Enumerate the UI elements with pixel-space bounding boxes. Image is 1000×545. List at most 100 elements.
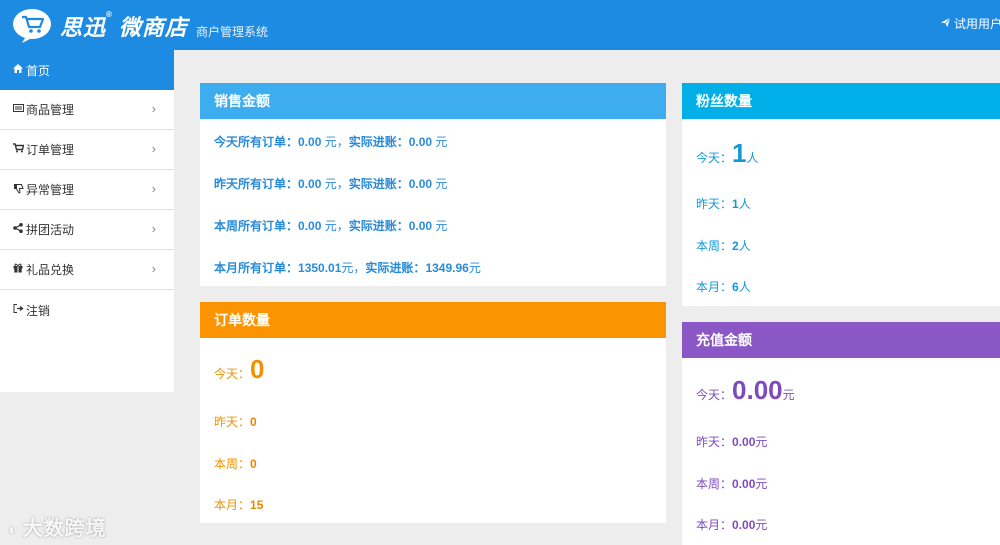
row-label: 本月：	[696, 518, 733, 532]
row-label: 实际进账：	[365, 261, 426, 275]
order-amount: 0.00	[298, 135, 322, 149]
sales-today-row: 今天所有订单：0.00 元，实际进账：0.00 元	[214, 133, 447, 150]
sidebar-item-group-buy[interactable]: 拼团活动 ›	[0, 210, 174, 250]
actual-amount: 1349.96	[425, 261, 469, 275]
panel-title: 充值金额	[682, 322, 1000, 358]
sidebar-item-home[interactable]: 首页	[0, 50, 174, 90]
watermark-logo-icon: ◐	[8, 522, 19, 539]
value: 0	[250, 415, 257, 429]
gift-icon	[11, 263, 25, 276]
row-label: 今天：	[696, 151, 733, 165]
fans-week-row: 本周：2人	[696, 237, 751, 254]
value: 0.00	[732, 518, 756, 532]
value: 2	[732, 239, 739, 253]
sign-out-icon	[11, 304, 25, 316]
unit: 元	[782, 388, 795, 402]
share-icon	[11, 223, 25, 236]
unit: 人	[738, 280, 751, 294]
orders-week-row: 本周：0	[214, 455, 257, 472]
row-label: 今天所有订单：	[214, 135, 299, 149]
brand-logo[interactable]: 思迅® 微商店	[60, 10, 188, 42]
value: 0	[250, 457, 257, 471]
value: 0.00	[732, 435, 756, 449]
chevron-right-icon: ›	[151, 221, 156, 236]
fans-count-panel: 粉丝数量 今天：1人 昨天：1人 本周：2人 本月：6人	[682, 83, 1000, 306]
sidebar-item-label: 商品管理	[26, 103, 75, 117]
trial-user-link[interactable]: 试用用户	[940, 15, 1000, 32]
brand-name: 思迅	[60, 15, 107, 40]
paper-plane-icon	[940, 17, 951, 31]
value: 6	[732, 280, 739, 294]
unit: 元	[432, 177, 448, 191]
row-label: 今天：	[696, 388, 733, 402]
unit: 元	[468, 261, 481, 275]
row-label: 本周：	[696, 239, 733, 253]
value: 0.00	[732, 477, 756, 491]
system-subtitle: 商户管理系统	[196, 25, 269, 39]
fans-today-row: 今天：1人	[696, 138, 759, 169]
thumbs-down-icon	[11, 183, 25, 197]
sales-yesterday-row: 昨天所有订单：0.00 元，实际进账：0.00 元	[214, 175, 447, 192]
today-value: 0	[250, 354, 265, 384]
today-value: 1	[732, 138, 747, 168]
brand-registered-mark: ®	[106, 10, 113, 19]
orders-yesterday-row: 昨天：0	[214, 413, 257, 430]
sales-week-row: 本周所有订单：0.00 元，实际进账：0.00 元	[214, 217, 447, 234]
value: 15	[250, 498, 264, 512]
row-label: 昨天：	[696, 435, 733, 449]
recharge-week-row: 本周：0.00元	[696, 475, 767, 492]
orders-month-row: 本月：15	[214, 496, 263, 513]
panel-title: 销售金额	[200, 83, 666, 119]
sidebar-item-orders[interactable]: 订单管理 ›	[0, 130, 174, 170]
top-bar: 思迅® 微商店 商户管理系统 试用用户	[0, 0, 1000, 50]
home-icon	[11, 64, 25, 76]
row-label: 今天：	[214, 367, 251, 381]
row-label: 本周：	[214, 457, 251, 471]
sidebar-item-products[interactable]: 商品管理 ›	[0, 90, 174, 130]
row-label: 实际进账：	[348, 219, 409, 233]
chevron-right-icon: ›	[151, 181, 156, 196]
panel-title: 粉丝数量	[682, 83, 1000, 119]
row-label: 昨天所有订单：	[214, 177, 299, 191]
row-label: 本周所有订单：	[214, 219, 299, 233]
cart-logo-icon	[13, 9, 51, 43]
today-value: 0.00	[732, 375, 783, 405]
recharge-yesterday-row: 昨天：0.00元	[696, 433, 767, 450]
product-name: 微商店	[118, 15, 188, 40]
order-amount: 0.00	[298, 177, 322, 191]
sidebar-item-label: 异常管理	[26, 183, 75, 197]
unit: 元，	[321, 177, 349, 191]
keyboard-icon	[11, 104, 25, 115]
sidebar-item-label: 拼团活动	[26, 223, 75, 237]
unit: 人	[738, 239, 751, 253]
actual-amount: 0.00	[408, 219, 433, 233]
order-amount: 0.00	[298, 219, 322, 233]
unit: 人	[746, 151, 759, 165]
recharge-month-row: 本月：0.00元	[696, 516, 767, 533]
panel-title: 订单数量	[200, 302, 666, 338]
sidebar-item-label: 注销	[26, 303, 51, 318]
unit: 元	[755, 518, 768, 532]
unit: 元，	[321, 219, 349, 233]
unit: 元，	[321, 135, 349, 149]
value: 1	[732, 197, 739, 211]
sidebar-item-gift-exchange[interactable]: 礼品兑换 ›	[0, 250, 174, 290]
chevron-right-icon: ›	[151, 101, 156, 116]
unit: 元	[755, 477, 768, 491]
row-label: 实际进账：	[348, 135, 409, 149]
row-label: 昨天：	[696, 197, 733, 211]
unit: 元	[432, 219, 448, 233]
sidebar: 首页 商品管理 › 订单管理 › 异常管理 › 拼团活动 › 礼品兑换 › 注销	[0, 50, 174, 392]
actual-amount: 0.00	[408, 177, 433, 191]
sidebar-item-label: 订单管理	[26, 143, 75, 157]
sidebar-item-exceptions[interactable]: 异常管理 ›	[0, 170, 174, 210]
watermark-text: 大数跨境	[22, 518, 107, 540]
row-label: 本周：	[696, 477, 733, 491]
sidebar-item-logout[interactable]: 注销	[0, 290, 174, 330]
trial-user-label: 试用用户	[954, 17, 1000, 31]
row-label: 本月：	[214, 498, 251, 512]
unit: 元，	[341, 261, 366, 275]
order-amount: 1350.01	[298, 261, 342, 275]
fans-month-row: 本月：6人	[696, 278, 751, 295]
row-label: 本月所有订单：	[214, 261, 299, 275]
